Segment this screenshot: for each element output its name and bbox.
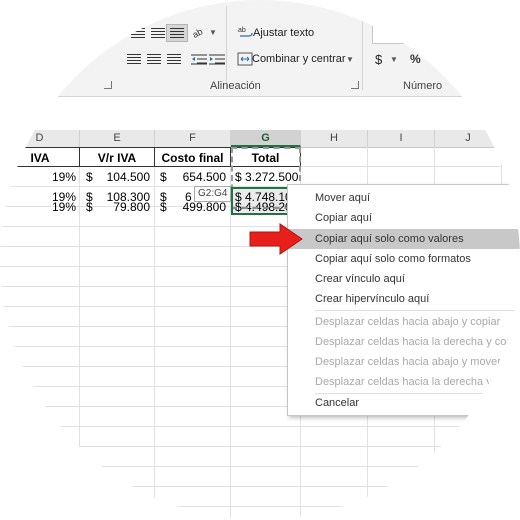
align-top-icon[interactable] <box>128 25 148 41</box>
cell-iva[interactable]: 19% <box>0 197 76 217</box>
align-center-icon[interactable] <box>144 51 164 67</box>
merge-center-label[interactable]: Combinar y centrar <box>252 53 346 65</box>
cell-vr-iva[interactable]: 79.800 <box>80 197 150 217</box>
column-headers: D E F G H I J <box>0 130 520 148</box>
menu-item-create-link[interactable]: Crear vínculo aquí <box>288 269 520 289</box>
cell-costo-final[interactable]: 654.500 <box>155 167 226 187</box>
column-header-H[interactable]: H <box>301 130 368 147</box>
dialog-launcher-icon[interactable] <box>104 81 112 89</box>
orientation-icon[interactable]: ab <box>190 25 210 41</box>
align-left-icon[interactable] <box>124 51 144 67</box>
align-bottom-icon[interactable] <box>166 24 188 42</box>
decrease-indent-icon[interactable] <box>189 51 209 67</box>
column-header-J[interactable]: J <box>435 130 502 147</box>
menu-item-cancel[interactable]: Cancelar <box>288 393 520 413</box>
context-menu: Mover aquí Copiar aquí Copiar aquí solo … <box>287 184 520 416</box>
menu-item-shift-down-move: Desplazar celdas hacia abajo y mover <box>315 356 501 368</box>
chevron-down-icon[interactable]: ▼ <box>209 28 217 37</box>
header-cell-iva[interactable]: IVA <box>0 147 80 167</box>
ribbon-separator <box>226 6 227 90</box>
formula-bar-area <box>0 96 520 132</box>
menu-item-shift-right-copy: Desplazar celdas hacia la derecha y copi… <box>315 336 520 348</box>
chevron-down-icon[interactable]: ▼ <box>346 55 354 64</box>
column-header-D[interactable]: D <box>0 130 80 147</box>
menu-separator <box>315 310 520 311</box>
menu-item-shift-down-copy: Desplazar celdas hacia abajo y copiar <box>315 316 501 328</box>
number-format-dropdown[interactable] <box>372 22 474 44</box>
header-cell-vr-iva[interactable]: V/r IVA <box>79 147 155 167</box>
percent-style-button[interactable]: % <box>410 52 421 66</box>
menu-item-move-here[interactable]: Mover aquí <box>288 188 520 208</box>
svg-text:ab: ab <box>238 27 246 34</box>
menu-item-copy-here[interactable]: Copiar aquí <box>288 208 520 228</box>
ribbon: ab ▼ ab Ajustar texto Combinar y centrar… <box>0 0 520 96</box>
menu-item-copy-formats-only[interactable]: Copiar aquí solo como formatos <box>288 249 520 269</box>
wrap-text-label[interactable]: Ajustar texto <box>253 27 314 39</box>
menu-item-create-hyperlink[interactable]: Crear hipervínculo aquí <box>288 289 520 309</box>
column-header-G[interactable]: G <box>231 130 301 147</box>
menu-item-shift-right-move: Desplazar celdas hacia la derecha y move… <box>315 376 520 388</box>
align-middle-icon[interactable] <box>148 25 168 41</box>
red-arrow-icon <box>249 223 303 255</box>
header-cell-costo-final[interactable]: Costo final <box>154 147 231 167</box>
column-header-I[interactable]: I <box>368 130 435 147</box>
excel-window: ab ▼ ab Ajustar texto Combinar y centrar… <box>0 0 520 520</box>
dialog-launcher-icon[interactable] <box>351 81 359 89</box>
currency-format-button[interactable]: $ <box>375 52 382 67</box>
column-header-F[interactable]: F <box>155 130 231 147</box>
ribbon-separator <box>362 6 363 90</box>
menu-item-copy-values-only[interactable]: Copiar aquí solo como valores <box>288 229 520 249</box>
increase-indent-icon[interactable] <box>207 51 227 67</box>
number-group-label: Número <box>403 80 443 92</box>
align-right-icon[interactable] <box>164 51 184 67</box>
chevron-down-icon[interactable]: ▼ <box>390 55 398 64</box>
cell-iva[interactable]: 19% <box>0 167 76 187</box>
column-header-E[interactable]: E <box>80 130 155 147</box>
drag-range-tooltip: G2:G4 <box>194 186 232 202</box>
alignment-group-label: Alineación <box>210 80 261 92</box>
svg-text:ab: ab <box>192 26 204 40</box>
cell-vr-iva[interactable]: 104.500 <box>80 167 150 187</box>
